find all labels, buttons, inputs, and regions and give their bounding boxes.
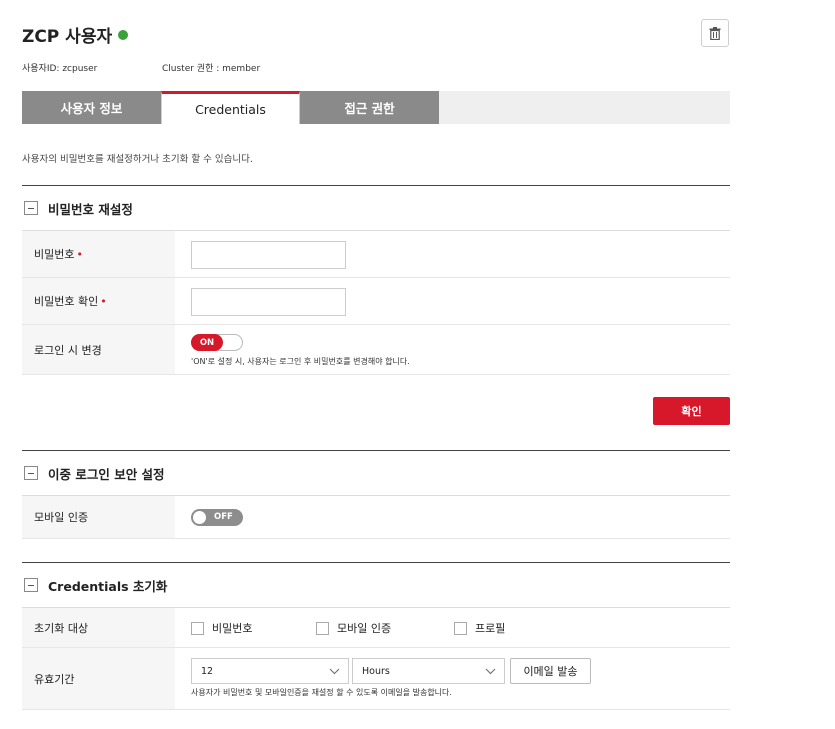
checkbox-label: 비밀번호 (212, 622, 253, 635)
chevron-down-icon (329, 668, 340, 675)
reset-mobile-auth-checkbox[interactable]: 모바일 인증 (316, 620, 391, 636)
mobile-auth-row: 모바일 인증 OFF (22, 496, 730, 539)
mobile-auth-toggle[interactable]: OFF (191, 509, 243, 526)
password-input[interactable] (191, 241, 346, 269)
password-confirm-label: 비밀번호 확인 • (22, 278, 175, 324)
page-description: 사용자의 비밀번호를 재설정하거나 초기화 할 수 있습니다. (22, 154, 253, 165)
toggle-off-label: OFF (214, 512, 233, 522)
change-on-login-hint: 'ON'로 설정 시, 사용자는 로그인 후 비밀번호를 변경해야 합니다. (191, 357, 410, 366)
required-mark: • (76, 247, 83, 261)
validity-unit-select[interactable]: Hours (352, 658, 505, 684)
password-section-header: 비밀번호 재설정 (22, 185, 730, 231)
reset-target-row: 초기화 대상 비밀번호 모바일 인증 프로필 (22, 608, 730, 648)
toggle-knob (193, 511, 206, 524)
checkbox-box (454, 621, 467, 635)
change-on-login-toggle[interactable]: ON (191, 334, 243, 351)
tab-user-info[interactable]: 사용자 정보 (22, 91, 161, 124)
twofactor-section-collapse-button[interactable] (24, 466, 38, 480)
toggle-on-label: ON (191, 334, 223, 351)
reset-section-collapse-button[interactable] (24, 578, 38, 592)
delete-user-button[interactable] (701, 19, 729, 47)
status-dot (118, 29, 129, 40)
reset-target-label: 초기화 대상 (22, 608, 175, 647)
chevron-down-icon (485, 668, 496, 675)
email-hint: 사용자가 비밀번호 및 모바일인증을 재설정 할 수 있도록 이메일을 발송합니… (191, 688, 452, 697)
confirm-button[interactable]: 확인 (653, 397, 730, 425)
validity-period-value: 12 (201, 665, 214, 677)
reset-profile-checkbox[interactable]: 프로필 (454, 620, 505, 636)
required-mark: • (100, 294, 107, 308)
page-title-text: ZCP 사용자 (22, 27, 113, 47)
password-row: 비밀번호 • (22, 231, 730, 278)
validity-row: 유효기간 12 Hours 이메일 발송 사용자가 비밀번호 및 모바일인증을 … (22, 648, 730, 710)
twofactor-section-title: 이중 로그인 보안 설정 (48, 466, 165, 482)
send-email-button[interactable]: 이메일 발송 (510, 658, 591, 684)
checkbox-box (316, 621, 329, 635)
password-section-collapse-button[interactable] (24, 201, 38, 215)
tab-credentials[interactable]: Credentials (161, 91, 300, 124)
reset-section-header: Credentials 초기화 (22, 562, 730, 608)
password-section-title: 비밀번호 재설정 (48, 201, 133, 217)
tab-access-rights[interactable]: 접근 권한 (300, 91, 439, 124)
checkbox-label: 모바일 인증 (337, 622, 392, 635)
validity-unit-value: Hours (362, 665, 390, 677)
reset-section-title: Credentials 초기화 (48, 578, 168, 594)
validity-period-select[interactable]: 12 (191, 658, 349, 684)
password-confirm-input[interactable] (191, 288, 346, 316)
validity-label: 유효기간 (22, 648, 175, 709)
cluster-role-text: Cluster 권한 : member (162, 64, 261, 74)
password-label: 비밀번호 • (22, 231, 175, 277)
twofactor-section-header: 이중 로그인 보안 설정 (22, 450, 730, 496)
checkbox-box (191, 621, 204, 635)
password-confirm-row: 비밀번호 확인 • (22, 278, 730, 325)
page-title: ZCP 사용자 (22, 22, 129, 47)
tab-bar: 사용자 정보 Credentials 접근 권한 (22, 91, 730, 124)
reset-password-checkbox[interactable]: 비밀번호 (191, 620, 252, 636)
change-on-login-row: 로그인 시 변경 ON 'ON'로 설정 시, 사용자는 로그인 후 비밀번호를… (22, 325, 730, 375)
trash-icon (709, 26, 721, 40)
user-id-text: 사용자ID: zcpuser (22, 64, 98, 74)
mobile-auth-label: 모바일 인증 (22, 496, 175, 538)
change-on-login-label: 로그인 시 변경 (22, 325, 175, 374)
checkbox-label: 프로필 (475, 622, 506, 635)
